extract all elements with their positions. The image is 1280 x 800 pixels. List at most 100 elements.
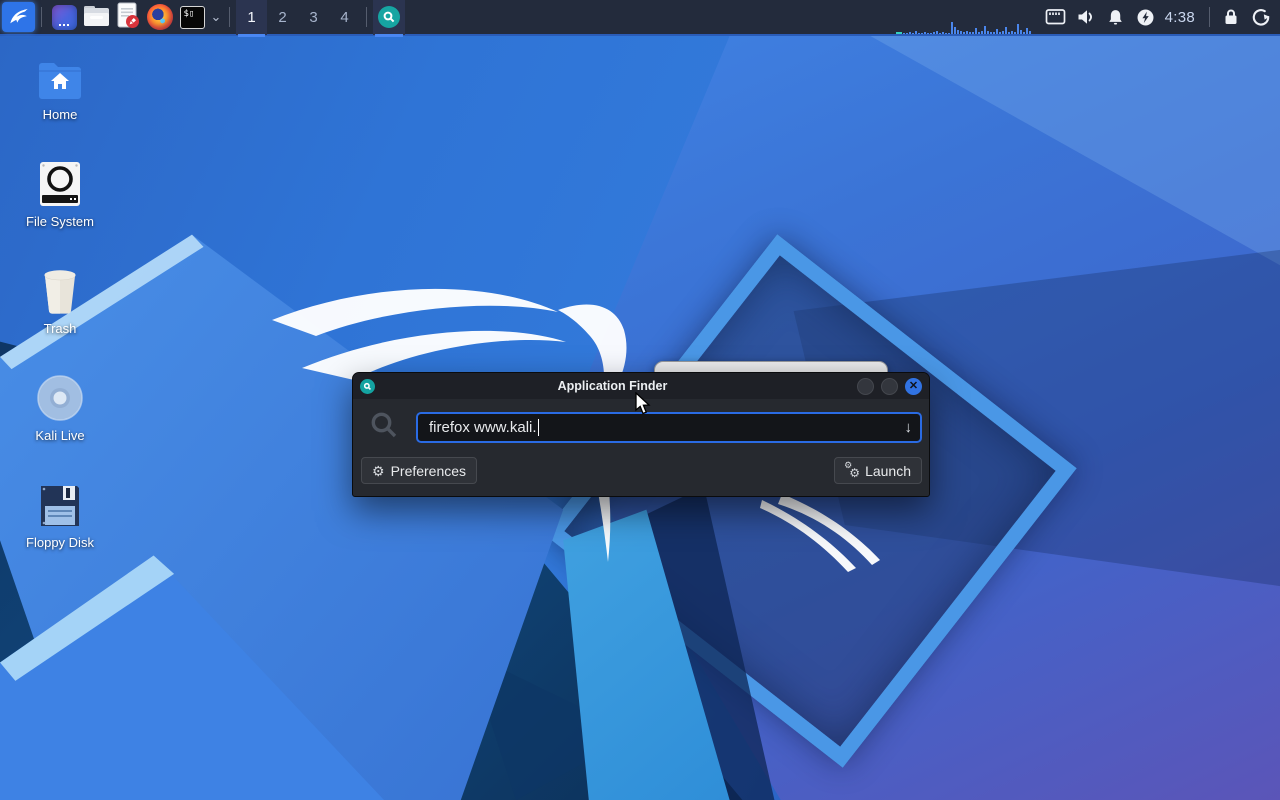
workspace-1[interactable]: 1	[236, 0, 267, 37]
cpu-graph-bar	[1001, 31, 1004, 34]
cpu-graph-bar	[962, 32, 965, 34]
display-icon[interactable]	[1041, 0, 1071, 35]
text-editor-icon	[115, 2, 141, 32]
cpu-graph-bar	[980, 31, 983, 34]
cpu-graph-bar	[1022, 32, 1025, 34]
workspace-2[interactable]: 2	[267, 0, 298, 35]
lock-icon[interactable]	[1216, 0, 1246, 35]
cpu-graph-bar	[965, 31, 968, 34]
arrow-down-icon[interactable]: ↓	[905, 419, 913, 436]
launch-button[interactable]: ⚙ ⚙ Launch	[834, 457, 922, 484]
cpu-graph-bar	[938, 33, 941, 34]
cpu-graph-bar	[926, 33, 929, 34]
desktop-icon-home[interactable]: Home	[10, 52, 110, 148]
desktop-icon-label: Trash	[43, 321, 77, 336]
home-folder-icon	[37, 52, 83, 100]
preferences-button[interactable]: ⚙ Preferences	[361, 457, 478, 484]
gears-icon: ⚙ ⚙	[844, 460, 861, 480]
application-finder-window: Application Finder ✕ firefox www.kali. ↓	[352, 372, 930, 497]
cpu-graph-bar	[923, 32, 926, 34]
clock[interactable]: 4:38	[1165, 9, 1195, 26]
preferences-label: Preferences	[390, 462, 467, 479]
cpu-graph-bar	[983, 26, 986, 34]
volume-icon[interactable]	[1071, 0, 1101, 35]
search-input[interactable]: firefox www.kali. ↓	[416, 412, 922, 443]
cpu-graph-bar	[959, 31, 962, 34]
firefox-launcher[interactable]	[144, 1, 176, 33]
cpu-graph-bar	[1013, 32, 1016, 34]
cpu-graph-bar	[917, 33, 920, 34]
window-app-icon	[51, 4, 77, 30]
mouse-cursor	[635, 392, 651, 415]
top-panel: $▯ ⌄ 1 2 3 4 4:38	[0, 0, 1280, 37]
applications-menu-button[interactable]	[2, 2, 35, 32]
text-editor-launcher[interactable]	[112, 1, 144, 33]
workspace-4[interactable]: 4	[329, 0, 360, 35]
cpu-graph-bar	[1004, 27, 1007, 34]
taskbar-app-finder-button[interactable]	[373, 0, 405, 37]
panel-separator	[229, 7, 230, 27]
cpu-graph-bar	[911, 33, 914, 34]
minimize-button[interactable]	[857, 377, 874, 395]
panel-separator	[366, 7, 367, 27]
cpu-graph-bar	[914, 31, 917, 34]
hard-drive-icon	[39, 159, 81, 207]
terminal-icon: $▯	[179, 5, 205, 29]
cpu-graph-bar	[971, 32, 974, 34]
cpu-graph-bar	[1028, 31, 1031, 34]
cpu-graph-bar	[941, 32, 944, 34]
gear-icon: ⚙	[372, 462, 385, 479]
panel-separator	[1209, 7, 1210, 27]
search-input-value: firefox www.kali.	[429, 419, 537, 436]
power-manager-icon[interactable]	[1131, 0, 1161, 35]
desktop-icon-floppy-disk[interactable]: Floppy Disk	[10, 480, 110, 576]
window-app-launcher[interactable]	[48, 1, 80, 33]
terminal-dropdown-chevron[interactable]: ⌄	[209, 9, 223, 25]
maximize-button[interactable]	[881, 377, 898, 395]
desktop-wallpaper: Home File System Trash Kali Live Floppy …	[0, 36, 1280, 800]
cpu-graph-bar	[935, 31, 938, 34]
cpu-graph-bar	[992, 32, 995, 34]
floppy-disk-icon	[39, 480, 81, 528]
workspace-3[interactable]: 3	[298, 0, 329, 35]
cpu-graph-bar	[895, 32, 902, 34]
cpu-graph-bar	[974, 28, 977, 34]
cpu-graph-bar	[1025, 28, 1028, 34]
trash-can-icon	[40, 266, 80, 314]
cpu-graph[interactable]	[895, 0, 1031, 34]
workspace-switcher: 1 2 3 4	[236, 0, 360, 37]
cpu-graph-bar	[929, 33, 932, 34]
desktop-icon-label: Floppy Disk	[26, 535, 94, 550]
cpu-graph-bar	[953, 27, 956, 34]
cpu-graph-bar	[956, 30, 959, 34]
terminal-launcher[interactable]: $▯	[176, 1, 208, 33]
cd-disc-icon	[37, 373, 83, 421]
window-title: Application Finder	[557, 379, 668, 393]
cpu-graph-bar	[908, 32, 911, 34]
cpu-graph-bar	[1007, 32, 1010, 34]
desktop-icon-file-system[interactable]: File System	[10, 159, 110, 255]
desktop-icon-trash[interactable]: Trash	[10, 266, 110, 362]
file-manager-launcher[interactable]	[80, 1, 112, 33]
kali-dragon-icon	[8, 5, 30, 30]
cpu-graph-bar	[998, 32, 1001, 34]
desktop-icon-kali-live[interactable]: Kali Live	[10, 373, 110, 469]
cpu-graph-bar	[968, 32, 971, 34]
app-finder-window-icon	[360, 378, 375, 394]
app-finder-icon	[378, 6, 400, 28]
cpu-graph-bar	[905, 33, 908, 34]
panel-separator	[41, 7, 42, 27]
cpu-graph-bar	[947, 33, 950, 34]
cpu-graph-bar	[995, 29, 998, 34]
cpu-graph-bar	[1016, 24, 1019, 34]
launch-label: Launch	[865, 462, 911, 479]
cpu-graph-bar	[986, 31, 989, 34]
cpu-graph-bar	[1019, 30, 1022, 34]
close-button[interactable]: ✕	[905, 377, 922, 395]
logout-icon[interactable]	[1246, 0, 1276, 35]
cpu-graph-bar	[977, 32, 980, 34]
notifications-bell-icon[interactable]	[1101, 0, 1131, 35]
cpu-graph-bar	[989, 32, 992, 34]
text-caret	[537, 419, 539, 436]
desktop-icon-label: Kali Live	[35, 428, 85, 443]
